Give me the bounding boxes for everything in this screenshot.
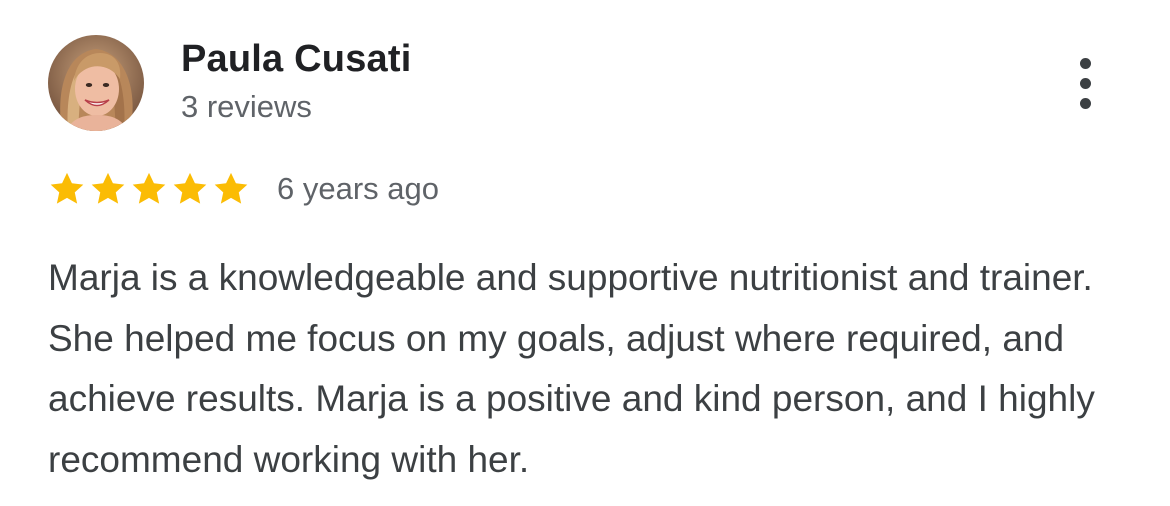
review-count: 3 reviews — [181, 89, 312, 124]
star-icon — [91, 172, 125, 204]
profile-photo — [48, 35, 144, 131]
star-icon — [173, 172, 207, 204]
review-time: 6 years ago — [277, 171, 439, 206]
star-icon — [214, 172, 248, 204]
star-icon — [132, 172, 166, 204]
star-rating — [48, 170, 253, 208]
author-name[interactable]: Paula Cusati — [181, 38, 411, 81]
review-card: Paula Cusati 3 reviews 6 years ago Marja… — [0, 0, 1170, 506]
more-vert-icon-dot — [1080, 78, 1091, 89]
more-vert-icon-dot — [1080, 98, 1091, 109]
more-vert-icon — [1080, 58, 1091, 69]
avatar[interactable] — [48, 35, 144, 131]
review-text: Marja is a knowledgeable and supportive … — [48, 257, 1095, 480]
star-icon — [50, 172, 84, 204]
more-options-button[interactable] — [1062, 52, 1110, 114]
